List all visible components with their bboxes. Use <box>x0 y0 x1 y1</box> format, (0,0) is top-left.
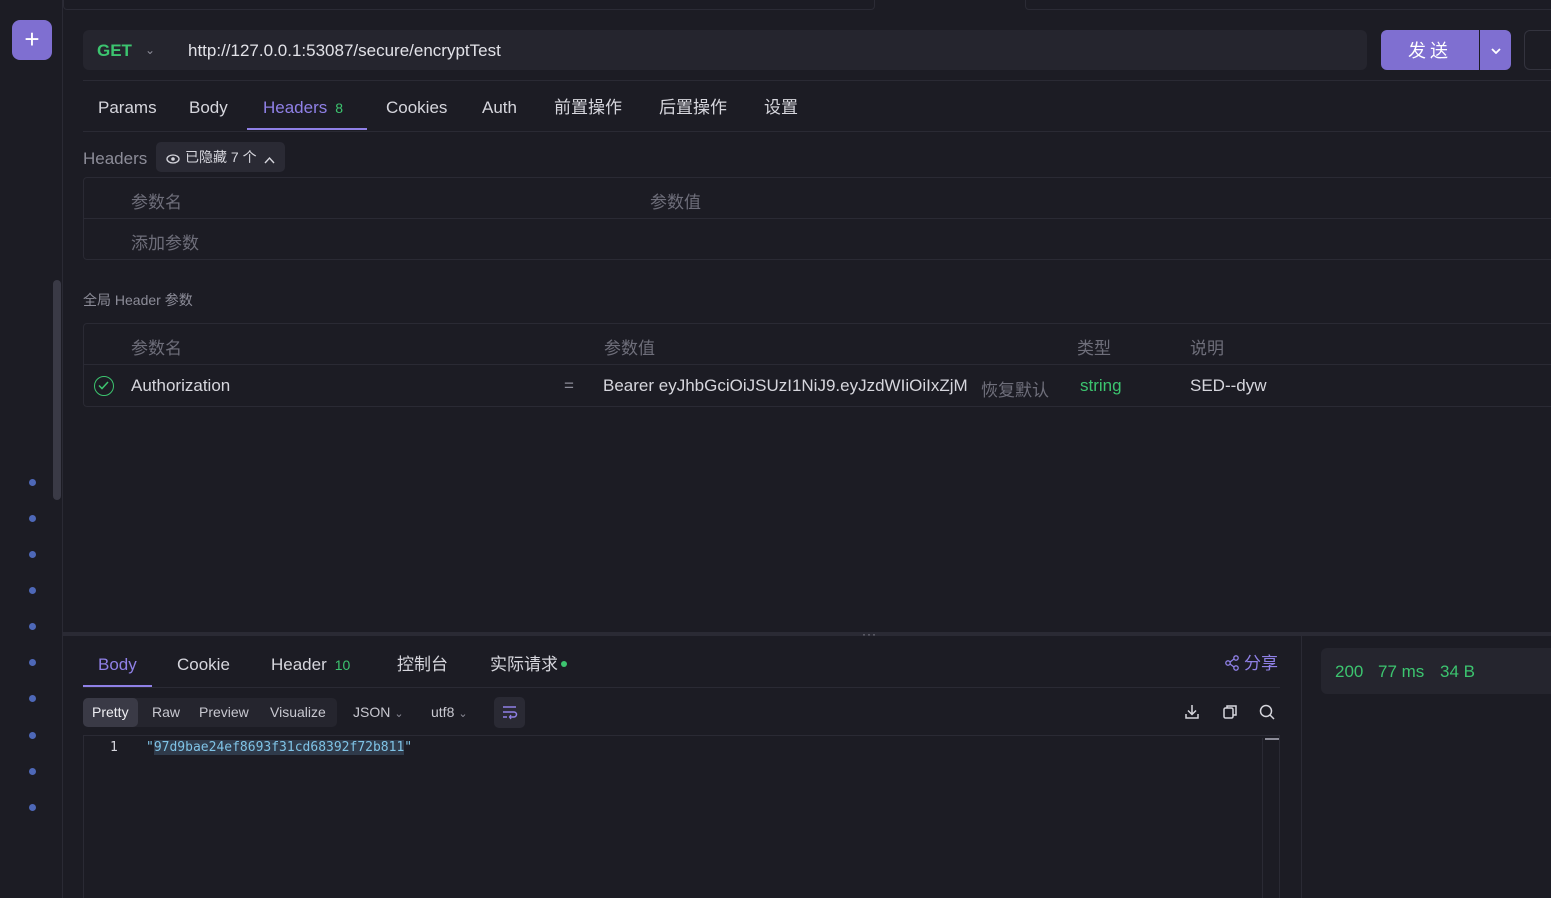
mode-visualize[interactable]: Visualize <box>261 698 335 727</box>
tab-pre-ops[interactable]: 前置操作 <box>554 84 622 130</box>
rail-dot <box>29 587 36 594</box>
tab-actual-request[interactable]: 实际请求 <box>490 642 567 687</box>
header-value[interactable]: Bearer eyJhbGciOiJSUzI1NiJ9.eyJzdWIiOiIx… <box>603 376 968 396</box>
header-description[interactable]: SED--dyw <box>1190 376 1267 396</box>
column-header-description: 说明 <box>1190 339 1224 358</box>
left-rail: + <box>0 0 63 898</box>
tab-post-ops[interactable]: 后置操作 <box>659 84 727 130</box>
tab-auth[interactable]: Auth <box>482 84 517 130</box>
header-name[interactable]: Authorization <box>131 376 230 396</box>
tab-response-body[interactable]: Body <box>83 642 152 687</box>
hidden-headers-toggle[interactable]: 已隐藏 7 个 <box>156 142 286 172</box>
response-size: 34 B <box>1440 662 1475 681</box>
rail-dot <box>29 695 36 702</box>
divider <box>83 687 1280 688</box>
view-mode-group: Pretty Raw Preview Visualize <box>83 698 337 727</box>
save-button[interactable] <box>1524 30 1551 70</box>
copy-icon[interactable] <box>1221 703 1239 721</box>
line-number: 1 <box>110 740 118 755</box>
method-select[interactable]: GET <box>97 30 132 70</box>
column-header-type: 类型 <box>1077 339 1111 358</box>
rail-scrollbar[interactable] <box>53 280 61 500</box>
headers-count-badge: 8 <box>335 100 344 116</box>
send-options-button[interactable] <box>1480 30 1511 70</box>
chevron-down-icon[interactable]: ⌄ <box>145 30 155 70</box>
top-tab-strip <box>63 0 1551 10</box>
rail-dot <box>29 768 36 775</box>
rail-dot <box>29 515 36 522</box>
rail-dot <box>29 551 36 558</box>
tab-params[interactable]: Params <box>98 84 157 130</box>
send-button[interactable]: 发送 <box>1381 30 1479 70</box>
app-window: + GET ⌄ http://127.0.0.1:53087/secure/en… <box>0 0 1551 898</box>
restore-default-button[interactable]: 恢复默认 <box>981 376 1049 401</box>
tab-console[interactable]: 控制台 <box>397 642 448 687</box>
chevron-down-icon <box>1490 48 1501 55</box>
top-tab-segment[interactable] <box>1025 0 1551 10</box>
mode-raw[interactable]: Raw <box>143 698 189 727</box>
url-bar: GET ⌄ http://127.0.0.1:53087/secure/encr… <box>83 30 1367 70</box>
response-header-count-badge: 10 <box>334 657 351 673</box>
rail-dot <box>29 659 36 666</box>
tab-headers[interactable]: Headers 8 <box>247 84 367 130</box>
response-value[interactable]: "97d9bae24ef8693f31cd68392f72b811" <box>146 740 412 755</box>
tab-response-cookie[interactable]: Cookie <box>177 642 230 687</box>
column-header-value: 参数值 <box>650 193 701 212</box>
tab-settings[interactable]: 设置 <box>764 84 798 130</box>
tab-cookies[interactable]: Cookies <box>386 84 447 130</box>
rail-dot <box>29 623 36 630</box>
mode-pretty[interactable]: Pretty <box>83 698 138 727</box>
chevron-down-icon: ⌄ <box>458 708 468 720</box>
global-headers-table: 参数名 参数值 类型 说明 Authorization = Bearer eyJ… <box>83 323 1551 407</box>
share-button[interactable]: 分享 <box>1224 652 1278 676</box>
header-type[interactable]: string <box>1080 376 1122 396</box>
divider <box>83 80 1551 81</box>
response-time: 77 ms <box>1378 662 1425 681</box>
chevron-down-icon: ⌄ <box>394 708 404 720</box>
format-select[interactable]: JSON ⌄ <box>353 698 404 727</box>
top-tab-segment[interactable] <box>63 0 875 10</box>
rail-dot <box>29 732 36 739</box>
editor-scrollbar[interactable] <box>1262 738 1280 898</box>
tab-body[interactable]: Body <box>189 84 228 130</box>
headers-table: 参数名 参数值 添加参数 <box>83 177 1551 260</box>
drag-handle-icon[interactable]: ··· <box>862 628 877 640</box>
column-header-name: 参数名 <box>131 193 182 212</box>
word-wrap-button[interactable] <box>494 697 525 728</box>
add-button[interactable]: + <box>12 20 52 60</box>
status-code: 200 <box>1335 662 1364 681</box>
divider <box>84 218 1551 219</box>
global-headers-title: 全局 Header 参数 <box>83 292 193 308</box>
table-row: Authorization = Bearer eyJhbGciOiJSUzI1N… <box>84 365 1551 407</box>
rail-dot <box>29 804 36 811</box>
add-param-input[interactable]: 添加参数 <box>131 229 199 254</box>
rail-dot <box>29 479 36 486</box>
tab-response-header[interactable]: Header 10 <box>271 642 350 687</box>
encoding-select[interactable]: utf8 ⌄ <box>431 698 468 727</box>
column-header-value: 参数值 <box>604 339 655 358</box>
download-icon[interactable] <box>1183 703 1201 721</box>
share-icon <box>1225 655 1239 671</box>
mode-preview[interactable]: Preview <box>190 698 258 727</box>
chevron-up-icon <box>264 156 275 164</box>
eye-icon <box>166 154 180 164</box>
status-dot <box>561 661 567 667</box>
search-icon[interactable] <box>1258 703 1276 721</box>
divider <box>83 131 1551 132</box>
response-body-editor[interactable]: 1 "97d9bae24ef8693f31cd68392f72b811" <box>83 735 1280 898</box>
equals-operator: = <box>564 376 574 395</box>
column-header-name: 参数名 <box>131 339 182 358</box>
check-circle-icon[interactable] <box>94 376 114 396</box>
headers-title: Headers <box>83 149 148 168</box>
response-status: 200 77 ms 34 B <box>1321 648 1551 694</box>
url-input[interactable]: http://127.0.0.1:53087/secure/encryptTes… <box>188 30 501 70</box>
wrap-icon <box>503 706 518 720</box>
